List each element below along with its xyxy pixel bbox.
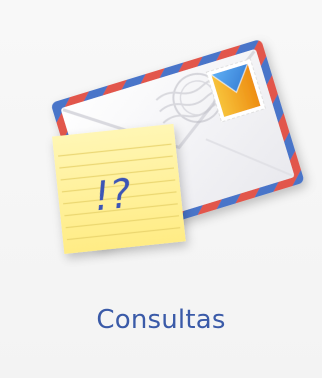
- tile-label: Consultas: [96, 305, 226, 335]
- sticky-note-text: !?: [92, 171, 134, 221]
- envelope-with-sticky-note-icon: !?: [52, 40, 304, 254]
- sticky-note-icon: !?: [52, 123, 186, 254]
- consultas-tile[interactable]: !? Consultas: [0, 0, 322, 378]
